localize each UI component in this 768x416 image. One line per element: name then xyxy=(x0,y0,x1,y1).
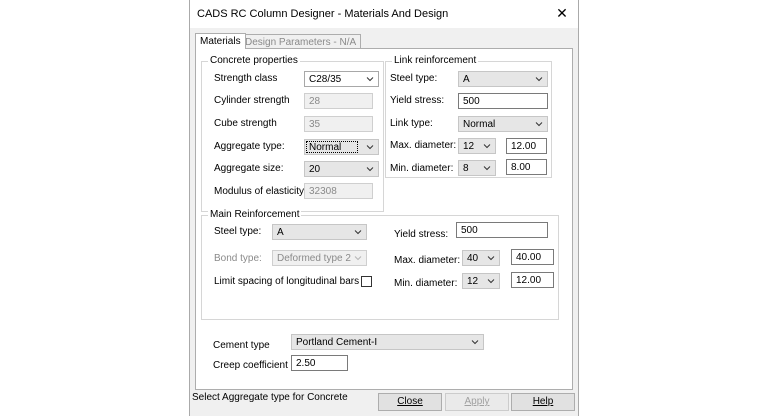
link-steel-type-select[interactable]: A xyxy=(458,71,548,87)
main-min-diameter-label: Min. diameter: xyxy=(394,278,458,289)
link-type-select[interactable]: Normal xyxy=(458,116,548,132)
main-min-diameter-combo-value: 12 xyxy=(467,276,479,287)
aggregate-size-label: Aggregate size: xyxy=(214,163,284,174)
link-min-diameter-select[interactable]: 8 xyxy=(458,160,496,176)
creep-coefficient-input[interactable]: 2.50 xyxy=(291,355,348,371)
main-max-diameter-select[interactable]: 40 xyxy=(462,250,500,266)
main-max-diameter-value: 40.00 xyxy=(516,252,542,263)
main-reinforcement-label: Main Reinforcement xyxy=(208,209,302,220)
aggregate-type-select[interactable]: Normal xyxy=(304,139,379,155)
link-type-label: Link type: xyxy=(390,118,433,129)
main-steel-type-select[interactable]: A xyxy=(272,224,367,240)
main-min-diameter-select[interactable]: 12 xyxy=(462,273,500,289)
aggregate-size-value: 20 xyxy=(309,164,321,175)
main-yield-stress-value: 500 xyxy=(461,225,478,236)
limit-spacing-checkbox[interactable] xyxy=(361,276,372,287)
link-max-diameter-combo-value: 12 xyxy=(463,141,475,152)
cement-type-value: Portland Cement-I xyxy=(296,337,378,348)
help-button[interactable]: Help xyxy=(511,393,575,411)
main-max-diameter-combo-value: 40 xyxy=(467,253,479,264)
tab-design-parameters[interactable]: Design Parameters - N/A xyxy=(240,34,362,49)
link-max-diameter-value: 12.00 xyxy=(511,141,537,152)
chevron-down-icon xyxy=(483,166,491,171)
cube-strength-label: Cube strength xyxy=(214,118,277,129)
cement-type-select[interactable]: Portland Cement-I xyxy=(291,334,484,350)
link-steel-type-label: Steel type: xyxy=(390,73,438,84)
link-yield-stress-label: Yield stress: xyxy=(390,95,445,106)
concrete-properties-group: Concrete properties Strength class C28/3… xyxy=(201,55,384,212)
modulus-label: Modulus of elasticity: xyxy=(214,186,307,197)
main-yield-stress-label: Yield stress: xyxy=(394,229,449,240)
modulus-field: 32308 xyxy=(304,183,373,199)
link-max-diameter-label: Max. diameter: xyxy=(390,140,457,151)
main-min-diameter-input[interactable]: 12.00 xyxy=(511,272,554,288)
strength-class-value: C28/35 xyxy=(309,74,342,85)
chevron-down-icon xyxy=(366,167,374,172)
link-min-diameter-label: Min. diameter: xyxy=(390,163,454,174)
link-yield-stress-value: 500 xyxy=(463,96,480,107)
bond-type-select: Deformed type 2 xyxy=(272,250,367,266)
cube-strength-field: 35 xyxy=(304,116,373,132)
link-type-value: Normal xyxy=(463,119,496,130)
chevron-down-icon xyxy=(483,144,491,149)
chevron-down-icon xyxy=(354,256,362,261)
limit-spacing-label: Limit spacing of longitudinal bars xyxy=(214,276,360,287)
strength-class-label: Strength class xyxy=(214,73,278,84)
chevron-down-icon xyxy=(535,122,543,127)
creep-coefficient-label: Creep coefficient xyxy=(213,360,288,371)
chevron-down-icon xyxy=(354,230,362,235)
cement-type-label: Cement type xyxy=(213,340,270,351)
window-title: CADS RC Column Designer - Materials And … xyxy=(197,8,449,20)
cylinder-strength-label: Cylinder strength xyxy=(214,95,290,106)
close-icon[interactable]: ✕ xyxy=(552,3,572,23)
aggregate-size-select[interactable]: 20 xyxy=(304,161,379,177)
chevron-down-icon xyxy=(366,77,374,82)
main-max-diameter-input[interactable]: 40.00 xyxy=(511,249,554,265)
link-min-diameter-combo-value: 8 xyxy=(463,163,469,174)
concrete-properties-label: Concrete properties xyxy=(208,55,300,66)
link-yield-stress-input[interactable]: 500 xyxy=(458,93,548,109)
main-steel-type-value: A xyxy=(277,227,284,238)
creep-coefficient-value: 2.50 xyxy=(296,358,316,369)
link-min-diameter-value: 8.00 xyxy=(511,162,531,173)
cylinder-strength-field: 28 xyxy=(304,93,373,109)
link-max-diameter-select[interactable]: 12 xyxy=(458,138,496,154)
main-yield-stress-input[interactable]: 500 xyxy=(456,222,548,238)
status-text: Select Aggregate type for Concrete xyxy=(192,392,348,403)
bond-type-value: Deformed type 2 xyxy=(277,253,351,264)
title-bar: CADS RC Column Designer - Materials And … xyxy=(190,0,578,28)
link-reinforcement-label: Link reinforcement xyxy=(392,55,479,66)
apply-button-label: Apply xyxy=(464,396,490,407)
aggregate-type-value: Normal xyxy=(309,142,342,153)
link-min-diameter-input[interactable]: 8.00 xyxy=(506,159,547,175)
cylinder-strength-value: 28 xyxy=(309,96,321,107)
chevron-down-icon xyxy=(487,279,495,284)
chevron-down-icon xyxy=(487,256,495,261)
main-max-diameter-label: Max. diameter: xyxy=(394,255,461,266)
apply-button: Apply xyxy=(445,393,509,411)
chevron-down-icon xyxy=(535,77,543,82)
main-min-diameter-value: 12.00 xyxy=(516,275,542,286)
main-reinforcement-group: Main Reinforcement Steel type: A Yield s… xyxy=(201,209,559,320)
main-steel-type-label: Steel type: xyxy=(214,226,262,237)
chevron-down-icon xyxy=(471,340,479,345)
modulus-value: 32308 xyxy=(309,186,337,197)
chevron-down-icon xyxy=(366,145,374,150)
close-button-label: Close xyxy=(397,396,423,407)
link-reinforcement-group: Link reinforcement Steel type: A Yield s… xyxy=(385,55,552,178)
link-steel-type-value: A xyxy=(463,74,470,85)
tab-materials[interactable]: Materials xyxy=(195,33,246,49)
close-button[interactable]: Close xyxy=(378,393,442,411)
materials-design-dialog: CADS RC Column Designer - Materials And … xyxy=(189,0,579,416)
cube-strength-value: 35 xyxy=(309,119,321,130)
materials-tab-panel: Concrete properties Strength class C28/3… xyxy=(195,48,573,390)
link-max-diameter-input[interactable]: 12.00 xyxy=(506,138,547,154)
help-button-label: Help xyxy=(532,396,554,407)
strength-class-select[interactable]: C28/35 xyxy=(304,71,379,87)
bond-type-label: Bond type: xyxy=(214,253,262,264)
aggregate-type-label: Aggregate type: xyxy=(214,141,285,152)
